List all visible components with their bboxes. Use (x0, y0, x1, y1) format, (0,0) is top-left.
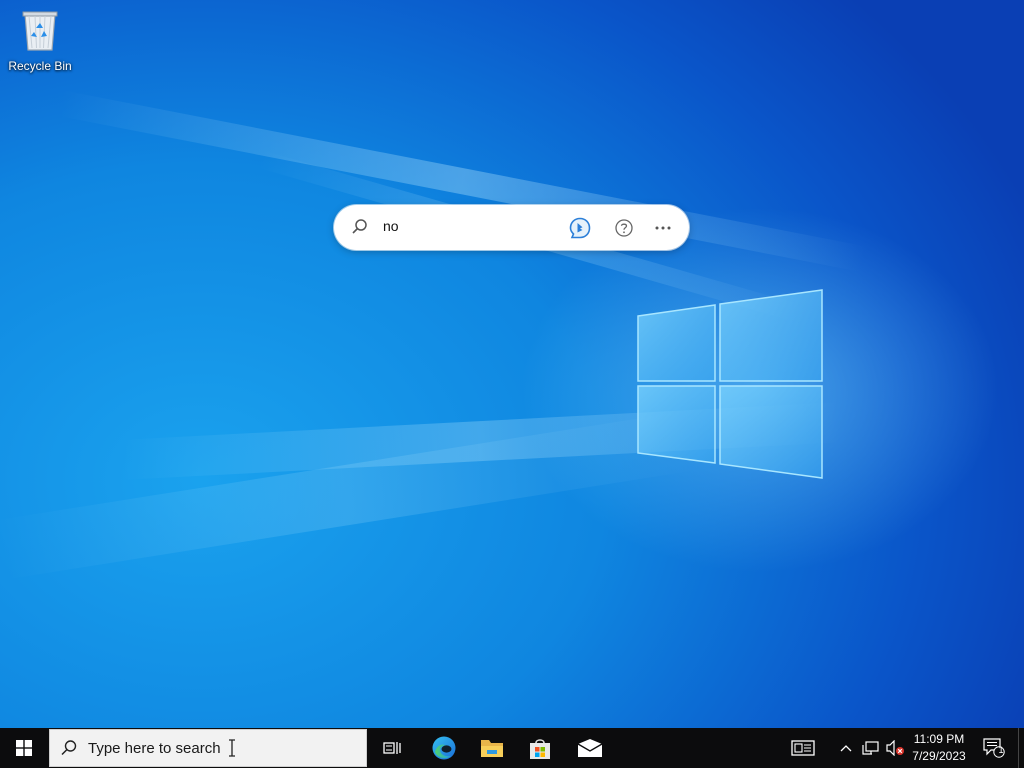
network-button[interactable] (860, 728, 882, 768)
action-center-button[interactable]: 1 (980, 728, 1008, 768)
recycle-bin-label: Recycle Bin (8, 59, 72, 73)
taskbar-search-box[interactable]: Type here to search (49, 729, 367, 767)
file-explorer-icon (481, 740, 503, 757)
network-icon (862, 741, 879, 755)
mail-icon (577, 739, 603, 757)
search-query-input[interactable] (383, 218, 553, 234)
volume-button[interactable] (884, 728, 906, 768)
taskbar-app-store[interactable] (518, 728, 562, 768)
windows-start-icon (16, 740, 32, 756)
taskbar-app-file-explorer[interactable] (470, 728, 514, 768)
bing-chat-icon[interactable] (568, 216, 592, 240)
search-placeholder: Type here to search (88, 740, 221, 757)
help-icon[interactable] (612, 216, 636, 240)
news-button[interactable] (786, 728, 820, 768)
search-popup[interactable] (334, 205, 689, 250)
clock-date: 7/29/2023 (912, 749, 966, 763)
taskbar: Type here to search 11:09 PM 7/29/2023 1 (0, 728, 1024, 768)
notification-count-badge: 1 (998, 745, 1004, 755)
edge-icon (432, 736, 456, 760)
chevron-up-icon (840, 745, 852, 752)
task-view-button[interactable] (372, 728, 412, 768)
taskbar-app-mail[interactable] (568, 728, 612, 768)
volume-muted-icon (886, 740, 904, 756)
show-hidden-icons-button[interactable] (836, 728, 856, 768)
news-icon (791, 740, 815, 756)
clock[interactable]: 11:09 PM 7/29/2023 (904, 731, 974, 765)
show-desktop-button[interactable] (1018, 728, 1024, 768)
recycle-bin-icon (22, 11, 58, 51)
text-cursor-icon (229, 739, 235, 757)
clock-time: 11:09 PM (913, 732, 965, 746)
search-icon (351, 218, 369, 241)
recycle-bin-shortcut[interactable]: Recycle Bin (4, 6, 76, 76)
desktop-wallpaper: Recycle Bin (0, 0, 1024, 728)
start-button[interactable] (0, 728, 48, 768)
search-icon (61, 740, 77, 756)
taskbar-app-edge[interactable] (422, 728, 466, 768)
more-options-icon[interactable] (651, 216, 675, 240)
store-icon (530, 739, 550, 759)
task-view-icon (383, 742, 401, 754)
windows-logo (637, 289, 823, 479)
